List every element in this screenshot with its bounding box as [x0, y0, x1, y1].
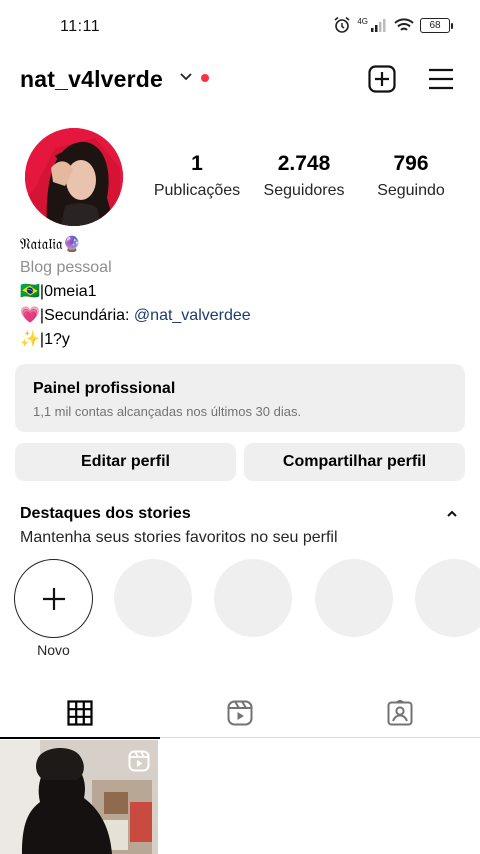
battery-icon: 68 — [420, 17, 453, 33]
reels-icon — [227, 700, 253, 726]
dashboard-subtitle: 1,1 mil contas alcançadas nos últimos 30… — [33, 404, 302, 419]
stat-following[interactable]: 796 Seguindo — [368, 152, 454, 200]
followers-count: 2.748 — [277, 152, 331, 175]
battery-level: 68 — [429, 19, 441, 31]
avatar[interactable] — [25, 128, 123, 226]
followers-label: Seguidores — [263, 182, 345, 199]
highlights-title: Destaques dos stories — [20, 505, 191, 522]
profile-header: nat_v4lverde — [0, 58, 480, 102]
network-type: 4G — [357, 16, 368, 26]
posts-count: 1 — [191, 152, 203, 175]
plus-icon — [42, 587, 65, 610]
avatar-photo — [25, 128, 123, 226]
signal-icon — [371, 19, 386, 32]
active-tab-indicator — [0, 737, 160, 739]
chevron-up-icon[interactable] — [445, 507, 459, 521]
grid-icon — [67, 700, 93, 726]
bio: 𝔑𝔞𝔱𝔞𝔩𝔦𝔞🔮 Blog pessoal 🇧🇷|0meia1 💗|Secund… — [20, 232, 251, 352]
edit-profile-button[interactable]: Editar perfil — [15, 443, 236, 481]
menu-button[interactable] — [428, 67, 454, 91]
tagged-icon — [387, 700, 413, 726]
bio-line: ✨|1?y — [20, 331, 70, 348]
highlight-placeholder — [214, 559, 292, 637]
reel-indicator-icon — [128, 750, 150, 772]
profile-tabs — [0, 688, 480, 739]
status-time: 11:11 — [60, 18, 101, 35]
bio-secondary-prefix: 💗|Secundária: — [20, 307, 134, 324]
username-switcher[interactable]: nat_v4lverde — [20, 66, 163, 93]
share-profile-button[interactable]: Compartilhar perfil — [244, 443, 465, 481]
stat-posts[interactable]: 1 Publicações — [146, 152, 248, 200]
bio-line: 🇧🇷|0meia1 — [20, 283, 97, 300]
secondary-account-link[interactable]: @nat_valverdee — [134, 307, 251, 324]
notification-dot — [201, 74, 209, 82]
profile-category: Blog pessoal — [20, 259, 112, 276]
tab-tagged[interactable] — [320, 688, 480, 738]
following-label: Seguindo — [377, 182, 445, 199]
dashboard-title: Painel profissional — [33, 380, 176, 397]
posts-label: Publicações — [153, 182, 241, 199]
status-icons: 4G 68 — [333, 16, 453, 34]
tab-reels[interactable] — [160, 688, 320, 738]
new-highlight-button[interactable] — [14, 559, 93, 638]
following-count: 796 — [393, 152, 429, 175]
grid-post[interactable] — [0, 740, 158, 854]
alarm-icon — [334, 16, 350, 33]
highlights-subtitle: Mantenha seus stories favoritos no seu p… — [20, 529, 338, 546]
professional-dashboard[interactable]: Painel profissional 1,1 mil contas alcan… — [15, 364, 465, 432]
highlight-placeholder — [114, 559, 192, 637]
display-name: 𝔑𝔞𝔱𝔞𝔩𝔦𝔞🔮 — [20, 235, 82, 253]
stat-followers[interactable]: 2.748 Seguidores — [256, 152, 352, 200]
new-highlight-label: Novo — [37, 642, 70, 658]
new-post-button[interactable] — [368, 65, 396, 93]
highlight-placeholder — [415, 559, 480, 637]
bio-line-secondary: 💗|Secundária: @nat_valverdee — [20, 304, 251, 328]
highlight-placeholder — [315, 559, 393, 637]
tab-posts-grid[interactable] — [0, 688, 160, 739]
wifi-icon — [394, 17, 414, 31]
status-bar: 11:11 4G 68 — [0, 0, 480, 52]
chevron-down-icon[interactable] — [178, 68, 194, 84]
